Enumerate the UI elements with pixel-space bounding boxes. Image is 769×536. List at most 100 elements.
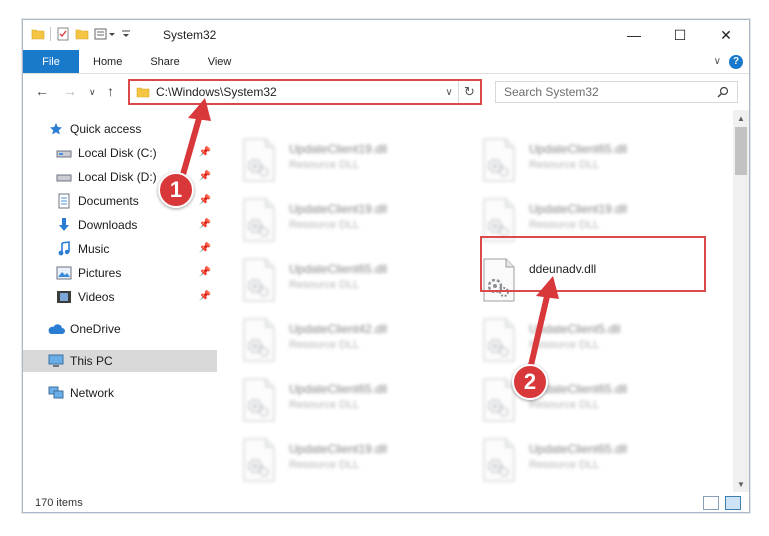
navigation-pane: Quick access Local Disk (C:) 📌 Local Dis… [23,110,219,492]
sidebar-item-label: Quick access [70,122,142,136]
address-history-button[interactable]: ∨ [440,87,458,98]
sidebar-item-quick-access[interactable]: Quick access [23,118,217,140]
sidebar-item-label: Music [78,242,110,256]
dll-file-icon [241,138,279,184]
sidebar-item-pictures[interactable]: Pictures 📌 [23,262,217,284]
sidebar-item-downloads[interactable]: Downloads 📌 [23,214,217,236]
scroll-up-button[interactable]: ▲ [733,110,749,126]
sidebar-item-label: Documents [78,194,139,208]
minimize-button[interactable]: — [611,20,657,50]
pin-icon[interactable]: 📌 [199,147,211,158]
new-folder-icon[interactable] [75,27,89,41]
arrow-left-icon: ← [35,83,49,99]
file-item[interactable]: UpdateClient19.dll Resource DLL [241,436,461,486]
title-bar: System32 — ☐ ✕ [23,20,749,50]
file-type: Resource DLL [529,219,600,231]
pin-icon[interactable]: 📌 [199,243,211,254]
vertical-scrollbar[interactable]: ▲ ▼ [733,110,749,492]
file-type: Resource DLL [289,279,360,291]
tab-view[interactable]: View [194,50,246,73]
help-icon[interactable]: ? [729,54,743,69]
highlight-box [480,236,706,292]
file-item[interactable]: UpdateClient65.dll Resource DLL [481,436,701,486]
expand-ribbon-icon[interactable]: ∨ [714,56,721,67]
file-item[interactable]: UpdateClient65.dll Resource DLL [241,256,461,306]
item-count: 170 items [35,497,83,509]
arrow-up-icon: ↑ [107,83,114,99]
sidebar-item-documents[interactable]: Documents 📌 [23,190,217,212]
sidebar-item-local-disk-d[interactable]: Local Disk (D:) 📌 [23,166,217,188]
file-item[interactable]: UpdateClient65.dll Resource DLL [481,376,701,426]
forward-button[interactable]: → [63,83,77,99]
file-item[interactable]: UpdateClient65.dll Resource DLL [241,376,461,426]
tab-home[interactable]: Home [79,50,136,73]
search-input[interactable]: Search System32 [504,85,717,99]
file-item[interactable]: UpdateClient5.dll Resource DLL [481,316,701,366]
file-item[interactable]: UpdateClient65.dll Resource DLL [481,136,701,186]
arrow-right-icon: → [63,83,77,99]
pin-icon[interactable]: 📌 [199,219,211,230]
sidebar-item-videos[interactable]: Videos 📌 [23,286,217,308]
sidebar-item-onedrive[interactable]: OneDrive [23,318,217,340]
back-button[interactable]: ← [35,83,49,99]
tab-share[interactable]: Share [136,50,193,73]
cloud-icon [47,321,65,337]
minimize-icon: — [627,27,641,43]
close-button[interactable]: ✕ [703,20,749,50]
address-path[interactable]: C:\Windows\System32 [156,85,440,99]
file-text: UpdateClient42.dll Resource DLL [289,316,387,366]
chevron-down-icon: ∨ [445,86,453,98]
customize-toolbar-icon[interactable] [94,27,116,41]
search-box[interactable]: Search System32 [495,81,738,103]
file-item[interactable]: UpdateClient19.dll Resource DLL [241,136,461,186]
file-type: Resource DLL [289,399,360,411]
scroll-down-button[interactable]: ▼ [733,476,749,492]
pin-icon[interactable]: 📌 [199,195,211,206]
maximize-button[interactable]: ☐ [657,20,703,50]
pin-icon[interactable]: 📌 [199,267,211,278]
file-name: UpdateClient19.dll [289,442,388,456]
details-view-icon[interactable] [703,496,719,510]
view-switcher [703,496,741,510]
music-icon [55,241,73,257]
file-item[interactable]: UpdateClient42.dll Resource DLL [241,316,461,366]
sidebar-item-music[interactable]: Music 📌 [23,238,217,260]
sidebar-item-local-disk-c[interactable]: Local Disk (C:) 📌 [23,142,217,164]
chevron-down-icon: ∨ [89,87,96,97]
tab-file[interactable]: File [23,50,79,73]
file-name: UpdateClient19.dll [289,202,388,216]
sidebar-item-network[interactable]: Network [23,382,217,404]
pin-icon[interactable]: 📌 [199,171,211,182]
sidebar-item-label: Network [70,386,115,400]
videos-icon [55,289,73,305]
address-bar[interactable]: C:\Windows\System32 ∨ ↻ [128,79,482,105]
chevron-up-icon: ▲ [737,113,745,123]
file-type: Resource DLL [529,399,600,411]
file-name: UpdateClient19.dll [529,202,628,216]
sidebar-item-label: OneDrive [70,322,121,336]
file-item[interactable]: UpdateClient19.dll Resource DLL [241,196,461,246]
drive-icon [55,169,73,185]
properties-icon[interactable] [56,27,70,41]
file-name: UpdateClient65.dll [529,442,628,456]
pin-icon[interactable]: 📌 [199,291,211,302]
tiles-view-icon[interactable] [725,496,741,510]
file-type: Resource DLL [289,459,360,471]
dll-file-icon [481,438,519,484]
documents-icon [55,193,73,209]
up-button[interactable]: ↑ [107,83,114,99]
file-text: UpdateClient19.dll Resource DLL [289,196,387,246]
refresh-button[interactable]: ↻ [458,81,480,103]
file-name: UpdateClient65.dll [289,382,388,396]
dll-file-icon [241,318,279,364]
star-icon [47,121,65,137]
chevron-down-icon[interactable] [121,27,131,41]
sidebar-item-this-pc[interactable]: This PC [23,350,217,372]
folder-icon [136,87,150,98]
scroll-thumb[interactable] [735,127,747,175]
file-type: Resource DLL [529,159,600,171]
close-icon: ✕ [720,26,732,43]
ribbon-tabs: File Home Share View ∨ ? [23,50,749,74]
file-text: UpdateClient65.dll Resource DLL [529,136,627,186]
recent-locations-button[interactable]: ∨ [89,87,96,98]
